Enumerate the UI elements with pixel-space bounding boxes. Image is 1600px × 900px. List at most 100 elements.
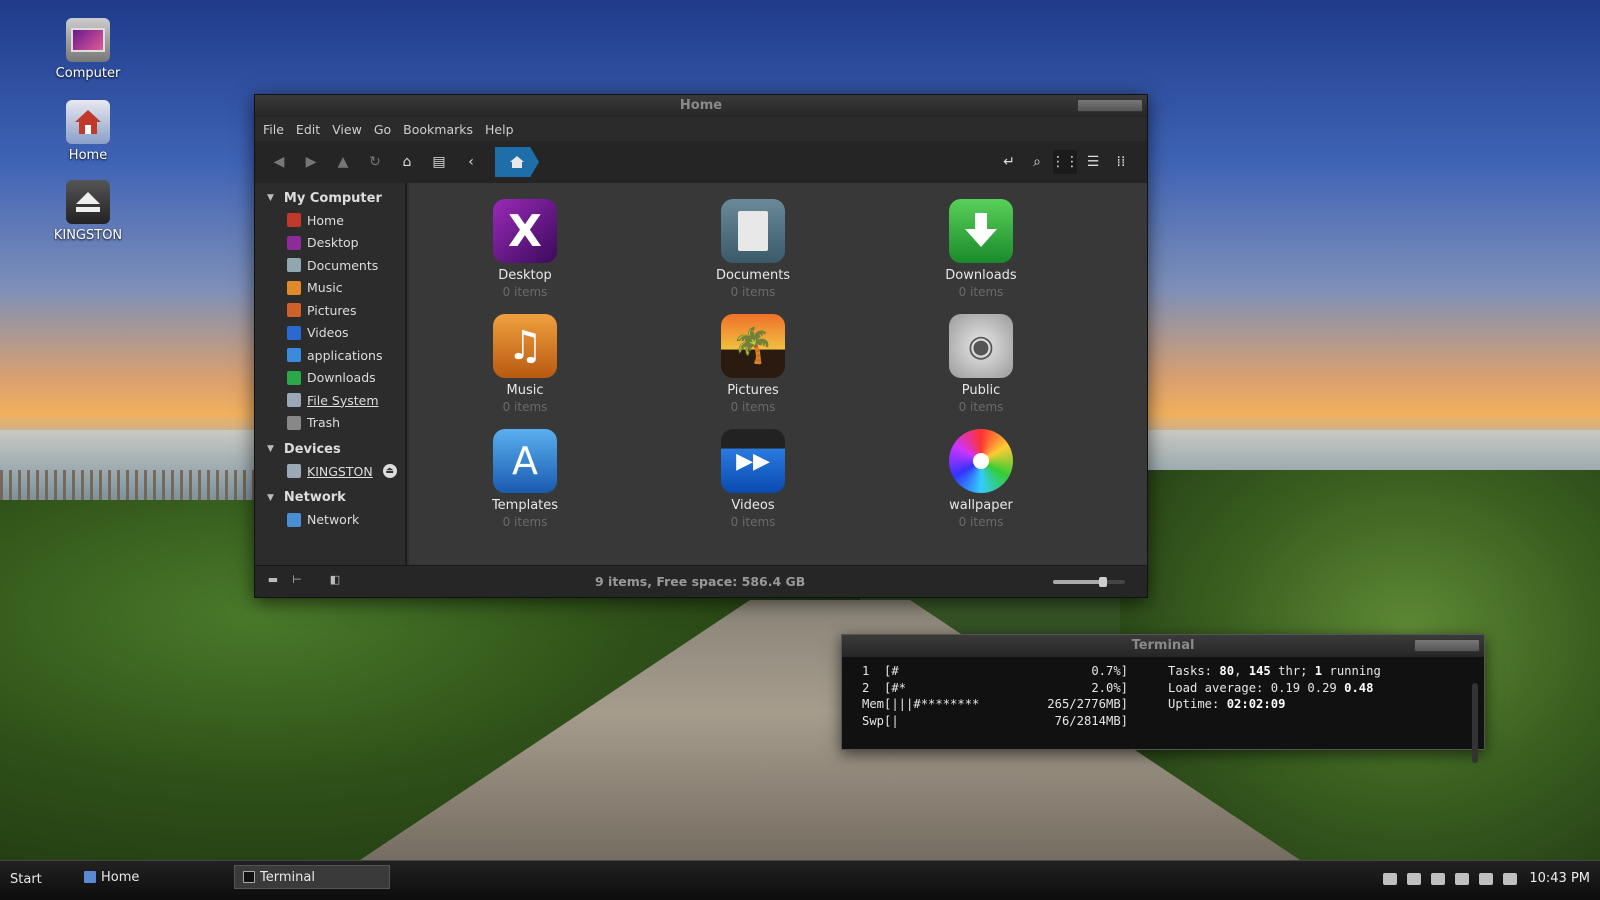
sidebar-item-pictures[interactable]: Pictures bbox=[255, 299, 405, 322]
sidebar-item-documents[interactable]: Documents bbox=[255, 254, 405, 277]
breadcrumb-home[interactable] bbox=[495, 147, 539, 177]
status-text: 9 items, Free space: 586.4 GB bbox=[595, 574, 806, 589]
list-view-icon[interactable]: ☰ bbox=[1081, 150, 1105, 174]
sidebar-item-downloads[interactable]: Downloads bbox=[255, 367, 405, 390]
taskbar-item-terminal[interactable]: Terminal bbox=[234, 865, 390, 889]
eject-drive-icon bbox=[66, 180, 110, 224]
folder-public[interactable]: ◉ Public 0 items bbox=[921, 314, 1041, 414]
computer-icon bbox=[66, 18, 110, 62]
clock[interactable]: 10:43 PM bbox=[1529, 871, 1590, 886]
menu-bookmarks[interactable]: Bookmarks bbox=[403, 122, 473, 137]
sidebar-item-file-system[interactable]: File System bbox=[255, 389, 405, 412]
sidebar-item-videos[interactable]: Videos bbox=[255, 322, 405, 345]
desktop-icon bbox=[287, 235, 301, 250]
show-desktop-icon[interactable] bbox=[1383, 872, 1398, 885]
documents-icon bbox=[287, 258, 301, 273]
desktop-icon-kingston[interactable]: KINGSTON bbox=[48, 180, 128, 243]
downloads-icon bbox=[287, 370, 301, 385]
menubar: File Edit View Go Bookmarks Help bbox=[255, 117, 1147, 141]
taskbar-item-home[interactable]: Home bbox=[76, 865, 147, 889]
wifi-icon[interactable] bbox=[1455, 872, 1470, 885]
sidebar-item-network[interactable]: Network bbox=[255, 509, 405, 532]
menu-go[interactable]: Go bbox=[374, 122, 391, 137]
eject-icon[interactable]: ⏏ bbox=[382, 464, 397, 479]
show-tree-icon[interactable]: ⊢ bbox=[289, 573, 305, 589]
back-arrow-icon[interactable]: ◀ bbox=[267, 150, 291, 174]
statusbar: ▬ ⊢ ◧ 9 items, Free space: 586.4 GB bbox=[255, 565, 1147, 597]
toolbar: ◀ ▶ ▲ ↻ ⌂ ▤ ‹ ↵ ⌕ ⋮⋮ ☰ ⁞⁞ bbox=[255, 141, 1147, 183]
sidebar-item-music[interactable]: Music bbox=[255, 277, 405, 300]
zoom-slider-handle[interactable] bbox=[1099, 577, 1108, 587]
window-controls[interactable] bbox=[1077, 99, 1143, 112]
menu-view[interactable]: View bbox=[332, 122, 362, 137]
sidebar-item-applications[interactable]: applications bbox=[255, 344, 405, 367]
terminal-window-controls[interactable] bbox=[1414, 639, 1480, 652]
folder-view: X Desktop 0 items Documents 0 items Down… bbox=[409, 183, 1147, 567]
home-icon bbox=[287, 213, 301, 228]
window-titlebar[interactable]: Home bbox=[255, 95, 1147, 117]
terminal-scrollbar[interactable] bbox=[1472, 683, 1478, 763]
terminal-output[interactable]: 1 [# 0.7%] Tasks: 80, 145 thr; 1 running… bbox=[842, 657, 1484, 763]
desktop-icon-computer[interactable]: Computer bbox=[48, 18, 128, 81]
folder-pictures[interactable]: 🌴 Pictures 0 items bbox=[693, 314, 813, 414]
compact-view-icon[interactable]: ⁞⁞ bbox=[1109, 150, 1133, 174]
terminal-line: 1 [# 0.7%] Tasks: 80, 145 thr; 1 running bbox=[862, 664, 1381, 678]
window-title: Home bbox=[679, 98, 723, 113]
home-icon bbox=[66, 100, 110, 144]
toggle-sidebar-icon[interactable]: ◧ bbox=[327, 573, 343, 589]
clapperboard-icon: ▶▶ bbox=[721, 429, 785, 493]
menu-help[interactable]: Help bbox=[485, 122, 514, 137]
user-icon[interactable] bbox=[1407, 872, 1422, 885]
location-toggle-icon[interactable]: ↵ bbox=[997, 150, 1021, 174]
up-arrow-icon[interactable]: ▲ bbox=[331, 150, 355, 174]
zoom-slider[interactable] bbox=[1053, 577, 1125, 587]
taskbar: Start Home Terminal 10:43 PM bbox=[0, 860, 1600, 900]
reload-icon[interactable]: ↻ bbox=[363, 150, 387, 174]
folder-icon bbox=[84, 871, 96, 883]
sidebar-section-network[interactable]: ▼ Network bbox=[255, 487, 405, 509]
menu-file[interactable]: File bbox=[263, 122, 284, 137]
drive-icon bbox=[287, 464, 301, 479]
folder-wallpaper[interactable]: wallpaper 0 items bbox=[921, 429, 1041, 529]
computer-button-icon[interactable]: ▤ bbox=[427, 150, 451, 174]
terminal-icon bbox=[243, 871, 255, 883]
system-tray: 10:43 PM bbox=[1373, 871, 1590, 886]
shield-icon[interactable] bbox=[1503, 872, 1518, 885]
trash-icon bbox=[287, 415, 301, 430]
forward-arrow-icon[interactable]: ▶ bbox=[299, 150, 323, 174]
terminal-title: Terminal bbox=[1131, 638, 1195, 653]
sidebar-section-devices[interactable]: ▼ Devices bbox=[255, 438, 405, 460]
videos-icon bbox=[287, 325, 301, 340]
sidebar-item-trash[interactable]: Trash bbox=[255, 412, 405, 435]
terminal-line: Mem[|||#******** 265/2776MB] Uptime: 02:… bbox=[862, 697, 1286, 711]
show-places-icon[interactable]: ▬ bbox=[265, 573, 281, 589]
icon-view-icon[interactable]: ⋮⋮ bbox=[1051, 150, 1079, 174]
sidebar-item-desktop[interactable]: Desktop bbox=[255, 232, 405, 255]
breadcrumb-toggle-icon[interactable]: ‹ bbox=[459, 150, 483, 174]
sidebar-item-home[interactable]: Home bbox=[255, 209, 405, 232]
snow-leopard-icon: ◉ bbox=[949, 314, 1013, 378]
desktop-icon-label: Computer bbox=[55, 66, 121, 81]
sidebar-section-my-computer[interactable]: ▼ My Computer bbox=[255, 187, 405, 209]
desktop-icon-home[interactable]: Home bbox=[48, 100, 128, 163]
display-icon[interactable] bbox=[1431, 872, 1446, 885]
menu-edit[interactable]: Edit bbox=[296, 122, 320, 137]
terminal-titlebar[interactable]: Terminal bbox=[842, 635, 1484, 657]
start-button[interactable]: Start bbox=[10, 872, 42, 887]
pictures-icon bbox=[287, 303, 301, 318]
sidebar: ▼ My Computer Home Desktop Documents Mus… bbox=[255, 183, 407, 567]
color-wheel-icon bbox=[949, 429, 1013, 493]
home-button-icon[interactable]: ⌂ bbox=[395, 150, 419, 174]
folder-desktop[interactable]: X Desktop 0 items bbox=[465, 199, 585, 299]
folder-downloads[interactable]: Downloads 0 items bbox=[921, 199, 1041, 299]
search-icon[interactable]: ⌕ bbox=[1025, 150, 1049, 174]
sidebar-item-kingston[interactable]: KINGSTON ⏏ bbox=[255, 460, 405, 483]
folder-templates[interactable]: A Templates 0 items bbox=[465, 429, 585, 529]
volume-icon[interactable] bbox=[1479, 872, 1494, 885]
app-store-icon: A bbox=[493, 429, 557, 493]
terminal-line: 2 [#* 2.0%] Load average: 0.19 0.29 0.48 bbox=[862, 680, 1374, 695]
folder-videos[interactable]: ▶▶ Videos 0 items bbox=[693, 429, 813, 529]
folder-music[interactable]: ♫ Music 0 items bbox=[465, 314, 585, 414]
home-breadcrumb-icon bbox=[510, 156, 524, 168]
folder-documents[interactable]: Documents 0 items bbox=[693, 199, 813, 299]
